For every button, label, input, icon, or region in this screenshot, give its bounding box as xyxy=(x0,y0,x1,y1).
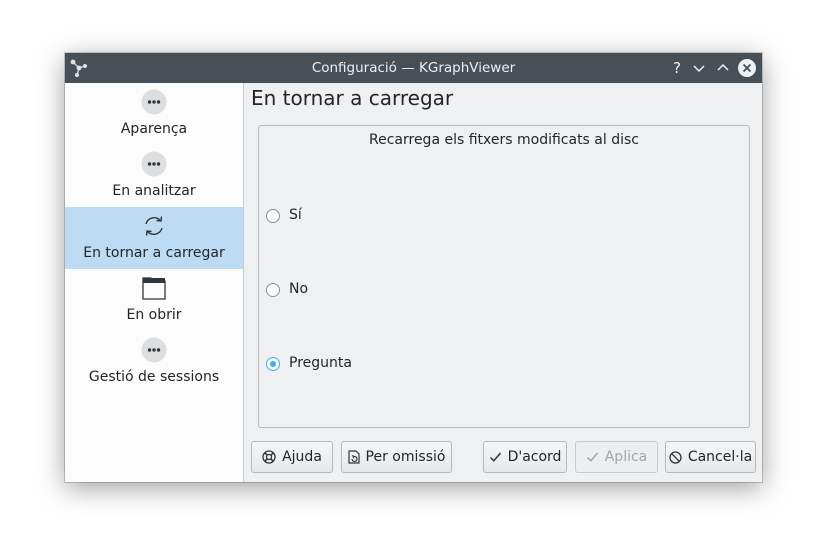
apply-button-label: Aplica xyxy=(604,449,648,465)
reload-options-group: Recarrega els fitxers modificats al disc… xyxy=(258,125,750,428)
title-bar[interactable]: Configuració — KGraphViewer ? xyxy=(65,53,762,83)
sidebar-item-label: Gestió de sessions xyxy=(88,369,220,385)
help-icon[interactable]: ? xyxy=(667,58,687,78)
defaults-button-label: Per omissió xyxy=(365,449,446,465)
maximize-icon[interactable] xyxy=(713,58,733,78)
reload-icon xyxy=(145,216,163,236)
sidebar-item-label: En analitzar xyxy=(112,183,196,199)
sidebar-item-appearance[interactable]: Aparença xyxy=(65,83,243,145)
sidebar-item-label: Aparença xyxy=(120,121,188,137)
more-dots-icon xyxy=(141,337,167,363)
apply-button[interactable]: Aplica xyxy=(575,441,658,473)
cancel-icon xyxy=(669,450,682,464)
help-button[interactable]: Ajuda xyxy=(251,441,333,473)
defaults-button[interactable]: Per omissió xyxy=(341,441,452,473)
close-icon[interactable] xyxy=(737,58,757,78)
window-title: Configuració — KGraphViewer xyxy=(311,60,516,76)
ok-button[interactable]: D'acord xyxy=(483,441,567,473)
sidebar-item-opening[interactable]: En obrir xyxy=(65,269,243,331)
radio-button[interactable] xyxy=(266,283,280,297)
radio-label: Sí xyxy=(289,207,302,223)
settings-sidebar: Aparença En analitzar En tornar a carreg… xyxy=(65,83,244,482)
cancel-button-label: Cancel·la xyxy=(687,449,753,465)
ok-button-label: D'acord xyxy=(507,449,562,465)
more-dots-icon xyxy=(141,151,167,177)
radio-label: Pregunta xyxy=(289,355,352,371)
sidebar-item-session-management[interactable]: Gestió de sessions xyxy=(65,331,243,393)
checkmark-icon xyxy=(586,452,598,462)
settings-dialog: Configuració — KGraphViewer ? Aparença E… xyxy=(65,53,762,482)
radio-button-checked[interactable] xyxy=(266,357,280,371)
radio-label: No xyxy=(289,281,309,297)
sidebar-item-label: En tornar a carregar xyxy=(83,245,225,261)
help-button-label: Ajuda xyxy=(282,449,322,465)
cancel-button[interactable]: Cancel·la xyxy=(665,441,756,473)
page-title: En tornar a carregar xyxy=(251,86,454,110)
checkmark-icon xyxy=(489,452,501,462)
minimize-icon[interactable] xyxy=(689,58,709,78)
document-revert-icon xyxy=(347,450,360,464)
radio-button[interactable] xyxy=(266,209,280,223)
sidebar-item-label: En obrir xyxy=(126,307,182,323)
folder-icon xyxy=(142,277,166,300)
group-title: Recarrega els fitxers modificats al disc xyxy=(369,132,639,148)
lifebuoy-icon xyxy=(262,450,276,464)
more-dots-icon xyxy=(141,89,167,115)
sidebar-item-parsing[interactable]: En analitzar xyxy=(65,145,243,207)
sidebar-item-reloading[interactable]: En tornar a carregar xyxy=(65,207,243,269)
